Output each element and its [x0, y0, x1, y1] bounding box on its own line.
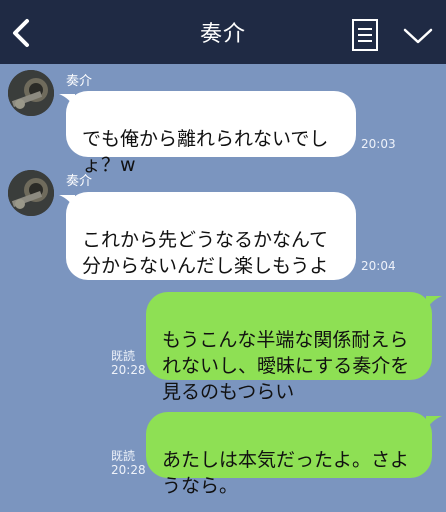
message-time: 20:28	[111, 463, 146, 477]
read-receipt: 既読	[111, 349, 136, 363]
avatar-image	[8, 170, 54, 216]
chevron-down-icon[interactable]	[402, 26, 434, 46]
message-text: もうこんな半端な関係耐えられないし、曖昧にする奏介を見るのもつらい	[162, 329, 410, 403]
avatar-image	[8, 70, 54, 116]
message-bubble[interactable]: これから先どうなるかなんて分からないんだし楽しもうよ	[66, 192, 356, 280]
message-bubble[interactable]: あたしは本気だったよ。さようなら。	[146, 412, 432, 497]
bubble-tail	[426, 416, 442, 430]
message-text: でも俺から離れられないでしょ？w	[82, 128, 329, 176]
read-receipt: 既読	[111, 449, 136, 463]
bubble-tail	[426, 296, 442, 310]
message-bubble[interactable]: でも俺から離れられないでしょ？w	[66, 91, 356, 176]
avatar[interactable]	[8, 170, 54, 216]
message-time: 20:03	[361, 137, 396, 151]
memo-icon[interactable]	[350, 18, 380, 52]
message-text: あたしは本気だったよ。さようなら。	[162, 449, 410, 497]
sender-name: 奏介	[66, 74, 93, 89]
message-bubble[interactable]: もうこんな半端な関係耐えられないし、曖昧にする奏介を見るのもつらい	[146, 292, 432, 403]
avatar[interactable]	[8, 70, 54, 116]
sender-name: 奏介	[66, 174, 93, 189]
chat-header: 奏介	[0, 0, 446, 64]
message-text: これから先どうなるかなんて分からないんだし楽しもうよ	[82, 229, 329, 277]
message-time: 20:04	[361, 259, 396, 273]
message-time: 20:28	[111, 363, 146, 377]
